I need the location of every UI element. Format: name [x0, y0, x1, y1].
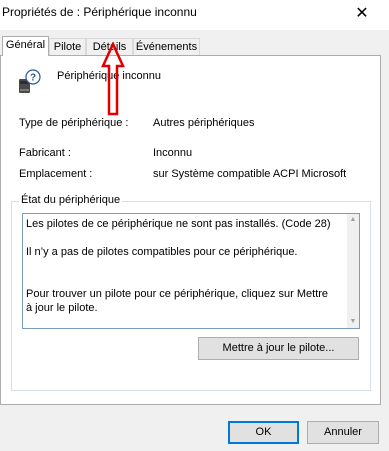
window-title: Propriétés de : Périphérique inconnu: [2, 5, 197, 19]
annotation-arrow-icon: [101, 42, 125, 116]
properties-dialog: Propriétés de : Périphérique inconnu ✕ G…: [0, 0, 389, 451]
vertical-scrollbar[interactable]: ▲ ▼: [347, 214, 359, 328]
tab-driver[interactable]: Pilote: [49, 38, 86, 55]
tab-strip: Général Pilote Détails Événements: [0, 36, 389, 56]
svg-text:?: ?: [30, 73, 36, 84]
status-line: Pour trouver un pilote pour ce périphéri…: [26, 288, 329, 314]
status-line: Les pilotes de ce périphérique ne sont p…: [26, 218, 331, 230]
location-value: sur Système compatible ACPI Microsoft: [153, 168, 347, 180]
close-icon[interactable]: ✕: [349, 2, 375, 26]
scroll-up-icon[interactable]: ▲: [349, 216, 357, 224]
device-status-text: Les pilotes de ce périphérique ne sont p…: [26, 217, 331, 315]
device-type-label: Type de périphérique :: [19, 117, 129, 129]
title-bar[interactable]: Propriétés de : Périphérique inconnu ✕: [0, 0, 389, 30]
update-driver-button[interactable]: Mettre à jour le pilote...: [198, 337, 359, 360]
unknown-device-icon: ?: [19, 69, 41, 93]
general-tab-panel: ? Périphérique inconnu Type de périphéri…: [0, 55, 381, 405]
device-type-value: Autres périphériques: [153, 117, 255, 129]
device-status-legend: État du périphérique: [19, 194, 123, 206]
manufacturer-label: Fabricant :: [19, 147, 71, 159]
cancel-button[interactable]: Annuler: [307, 421, 379, 444]
ok-button[interactable]: OK: [228, 421, 299, 444]
tab-events[interactable]: Événements: [133, 38, 200, 55]
tab-general[interactable]: Général: [2, 36, 49, 56]
manufacturer-value: Inconnu: [153, 147, 193, 159]
status-line: Il n’y a pas de pilotes compatibles pour…: [26, 246, 298, 258]
device-status-textbox[interactable]: Les pilotes de ce périphérique ne sont p…: [22, 213, 360, 329]
scroll-down-icon[interactable]: ▼: [349, 318, 357, 326]
location-label: Emplacement :: [19, 168, 93, 180]
device-status-group: État du périphérique Les pilotes de ce p…: [11, 194, 371, 391]
